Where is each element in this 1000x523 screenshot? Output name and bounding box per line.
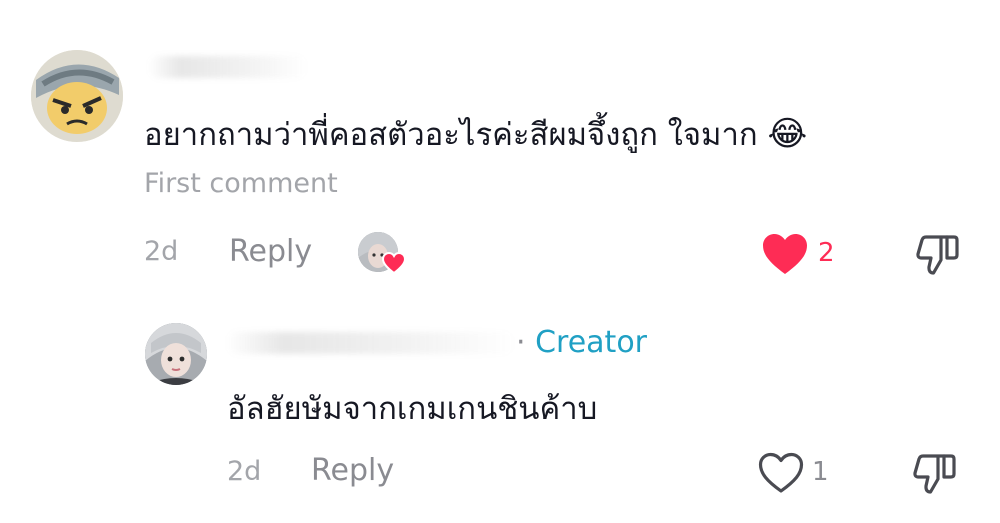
creator-avatar-image xyxy=(145,323,207,385)
comment-1: อยากถามว่าพี่คอสตัวอะไรค่ะสีผมจึ้งถูก ใจ… xyxy=(0,0,1000,300)
dot-separator: · xyxy=(516,325,526,360)
creator-avatar[interactable] xyxy=(145,323,207,385)
heart-outline-icon[interactable] xyxy=(758,452,804,494)
heart-badge-icon xyxy=(382,252,406,274)
blurred-username xyxy=(226,332,516,354)
like-count: 2 xyxy=(818,238,835,268)
creator-liked-badge xyxy=(358,232,408,278)
comment-time: 2d xyxy=(144,236,179,267)
comment-text: อยากถามว่าพี่คอสตัวอะไรค่ะสีผมจึ้งถูก ใจ… xyxy=(144,114,807,155)
reply-time: 2d xyxy=(227,456,262,487)
reply-button[interactable]: Reply xyxy=(311,453,394,488)
first-comment-tag: First comment xyxy=(144,168,338,199)
blurred-username xyxy=(148,56,308,78)
comment-2-reply: · Creator อัลฮัยษัมจากเกมเกนชินค้าบ 2d R… xyxy=(0,300,1000,523)
commenter-avatar[interactable] xyxy=(31,50,123,142)
thumbs-down-icon[interactable] xyxy=(913,452,957,496)
heart-filled-icon[interactable] xyxy=(762,233,808,275)
creator-badge: Creator xyxy=(535,325,648,360)
cartoon-avatar-image xyxy=(31,50,123,142)
thumbs-down-icon[interactable] xyxy=(916,233,960,277)
creator-label: · Creator xyxy=(516,325,647,360)
reply-text: อัลฮัยษัมจากเกมเกนชินค้าบ xyxy=(227,391,598,427)
laughing-emoji: 😂 xyxy=(767,114,808,154)
reply-button[interactable]: Reply xyxy=(229,234,312,269)
comment-body: อยากถามว่าพี่คอสตัวอะไรค่ะสีผมจึ้งถูก ใจ… xyxy=(144,117,758,153)
like-count: 1 xyxy=(812,457,829,487)
